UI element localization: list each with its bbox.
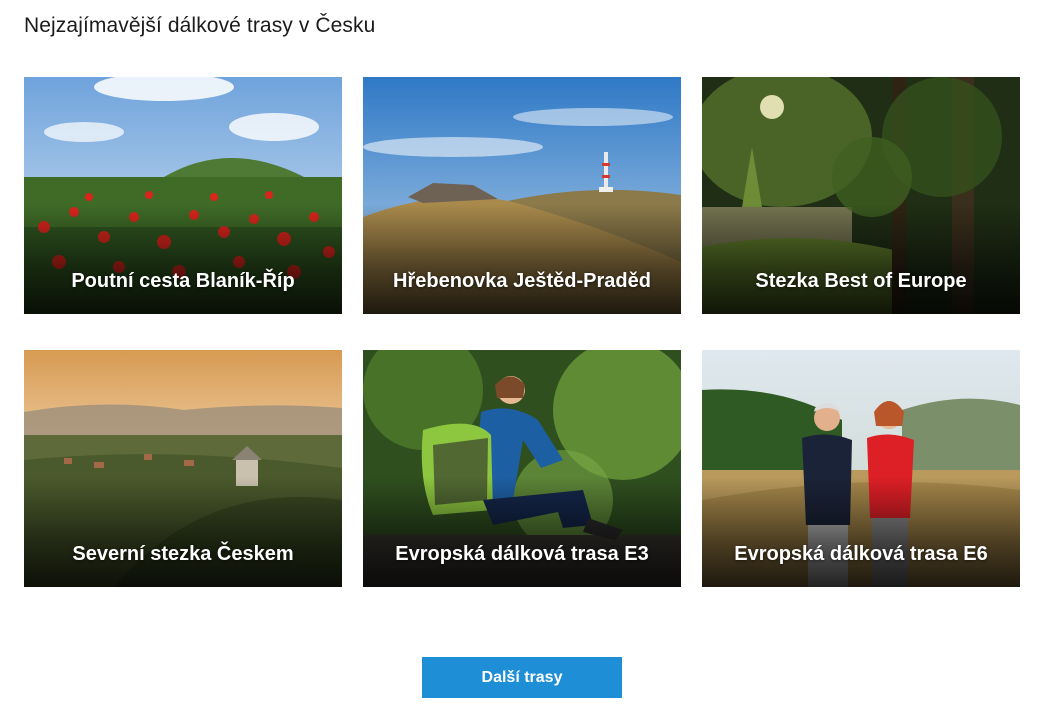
trail-card-title: Evropská dálková trasa E6 [734, 543, 988, 565]
card-shade [24, 204, 342, 314]
trail-card-severni-stezka[interactable]: Severní stezka Českem [24, 350, 342, 587]
trail-card-title: Evropská dálková trasa E3 [395, 543, 649, 565]
trail-card-best-of-europe[interactable]: Stezka Best of Europe [702, 77, 1020, 314]
trail-card-title: Stezka Best of Europe [755, 270, 967, 292]
trail-grid: Poutní cesta Blaník-Říp Hřebenovka Ještě… [24, 77, 1020, 587]
trail-card-e3[interactable]: Evropská dálková trasa E3 [363, 350, 681, 587]
card-shade [702, 477, 1020, 587]
section-title: Nejzajímavější dálkové trasy v Česku [24, 14, 376, 37]
card-shade [702, 204, 1020, 314]
trail-card-title: Severní stezka Českem [72, 543, 294, 565]
trail-card-jested-praded[interactable]: Hřebenovka Ještěd-Praděd [363, 77, 681, 314]
trail-card-e6[interactable]: Evropská dálková trasa E6 [702, 350, 1020, 587]
card-shade [363, 477, 681, 587]
trail-card-title: Poutní cesta Blaník-Říp [71, 270, 295, 292]
card-shade [363, 204, 681, 314]
more-trails-button[interactable]: Další trasy [422, 657, 622, 698]
trail-card-title: Hřebenovka Ještěd-Praděd [393, 270, 651, 292]
card-shade [24, 477, 342, 587]
trail-card-blanik-rip[interactable]: Poutní cesta Blaník-Říp [24, 77, 342, 314]
